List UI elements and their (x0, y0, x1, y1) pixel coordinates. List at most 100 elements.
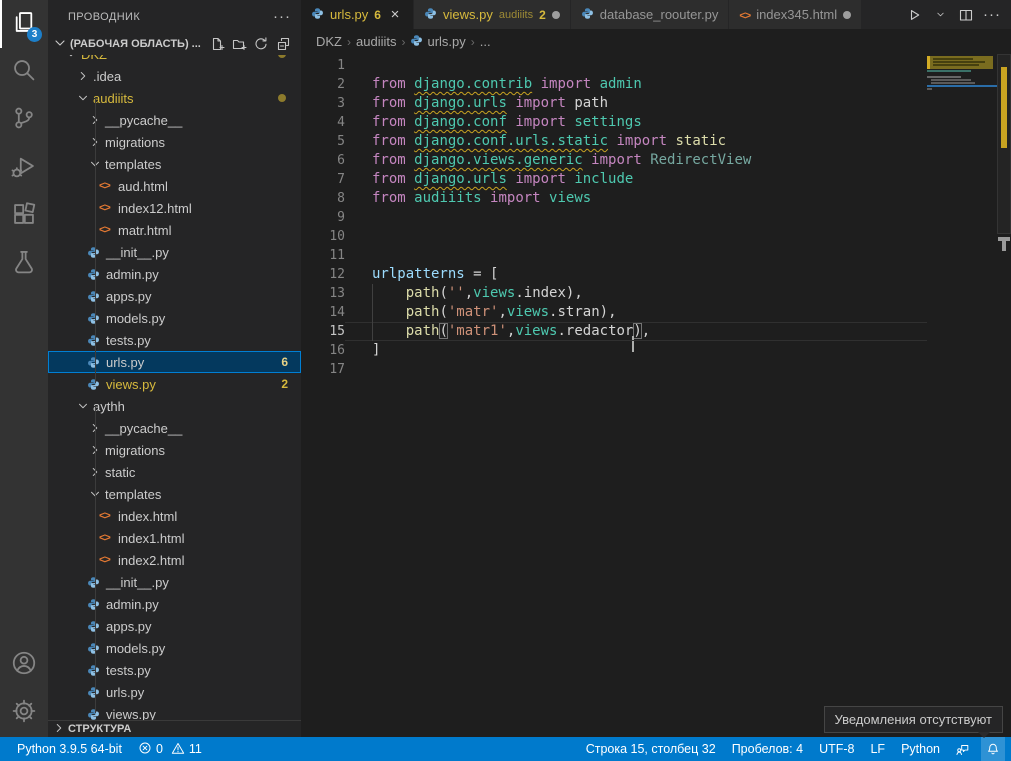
tree-item-urls-py[interactable]: urls.py6 (48, 351, 301, 373)
code-editor[interactable]: 12from django.contrib import admin3from … (301, 54, 1011, 737)
activitybar-explorer[interactable]: 3 (0, 0, 48, 48)
activitybar-source-control[interactable] (0, 96, 48, 144)
activitybar-run-and-debug[interactable] (0, 144, 48, 192)
tree-item-static[interactable]: static (48, 461, 301, 483)
tree-item-audiiits[interactable]: audiiits (48, 87, 301, 109)
tree-item-index2-html[interactable]: <>index2.html (48, 549, 301, 571)
code-text (345, 246, 372, 265)
tree-item-label: templates (105, 157, 161, 172)
tree-item--init-py[interactable]: __init__.py (48, 571, 301, 593)
activitybar-testing[interactable] (0, 240, 48, 288)
statusbar-eol[interactable]: LF (865, 737, 890, 761)
code-line-5: 5from django.conf.urls.static import sta… (301, 132, 1011, 151)
run-dropdown[interactable] (929, 4, 951, 26)
feedback-icon[interactable] (951, 737, 975, 761)
tree-item-models-py[interactable]: models.py (48, 637, 301, 659)
chevron-down-icon (75, 399, 91, 413)
statusbar-interpreter[interactable]: Python 3.9.5 64-bit (12, 737, 127, 761)
code-text (345, 227, 372, 246)
breadcrumb-item[interactable]: urls.py (410, 34, 465, 50)
tree-item-label: views.py (106, 377, 156, 392)
activitybar-accounts[interactable] (0, 641, 48, 689)
tree-item-index12-html[interactable]: <>index12.html (48, 197, 301, 219)
tree-item-templates[interactable]: templates (48, 483, 301, 505)
tab-label: index345.html (756, 7, 837, 22)
tree-item-admin-py[interactable]: admin.py (48, 263, 301, 285)
tab-label: database_roouter.py (600, 7, 719, 22)
line-number: 9 (301, 208, 345, 227)
close-icon[interactable]: × (387, 6, 403, 23)
tree-item-apps-py[interactable]: apps.py (48, 285, 301, 307)
tree-item-migrations[interactable]: migrations (48, 439, 301, 461)
breadcrumb-item[interactable]: DKZ (316, 34, 342, 49)
tree-item--pycache-[interactable]: __pycache__ (48, 417, 301, 439)
tree-item-views-py[interactable]: views.py2 (48, 373, 301, 395)
editor-more-actions[interactable]: ··· (981, 4, 1003, 26)
new-folder-icon[interactable] (229, 34, 249, 54)
tree-item-label: __pycache__ (105, 421, 182, 436)
activitybar-settings[interactable] (0, 689, 48, 737)
tree-item-tests-py[interactable]: tests.py (48, 329, 301, 351)
tree-item-urls-py[interactable]: urls.py (48, 681, 301, 703)
tree-item-apps-py[interactable]: apps.py (48, 615, 301, 637)
statusbar-language[interactable]: Python (896, 737, 945, 761)
tab-views-py[interactable]: views.pyaudiiits2 (414, 0, 571, 29)
tree-item-models-py[interactable]: models.py (48, 307, 301, 329)
collapse-all-icon[interactable] (273, 34, 293, 54)
statusbar-problems[interactable]: 011 (133, 737, 207, 761)
line-number: 7 (301, 170, 345, 189)
tree-item-tests-py[interactable]: tests.py (48, 659, 301, 681)
code-line-1: 1 (301, 56, 1011, 75)
tree-item--idea[interactable]: .idea (48, 65, 301, 87)
tree-item-migrations[interactable]: migrations (48, 131, 301, 153)
code-line-8: 8from audiiits import views (301, 189, 1011, 208)
code-line-2: 2from django.contrib import admin (301, 75, 1011, 94)
statusbar-encoding[interactable]: UTF-8 (814, 737, 859, 761)
tree-item-index1-html[interactable]: <>index1.html (48, 527, 301, 549)
breadcrumb-item[interactable]: ... (480, 34, 491, 49)
tree-item-admin-py[interactable]: admin.py (48, 593, 301, 615)
explorer-sidebar: ПРОВОДНИК ··· (РАБОЧАЯ ОБЛАСТЬ) ... DKZ.… (48, 0, 301, 737)
tab-urls-py[interactable]: urls.py6× (301, 0, 414, 29)
statusbar-cursor-position[interactable]: Строка 15, столбец 32 (581, 737, 721, 761)
statusbar-indentation[interactable]: Пробелов: 4 (727, 737, 808, 761)
more-actions-icon[interactable]: ··· (273, 8, 291, 25)
tree-item--pycache-[interactable]: __pycache__ (48, 109, 301, 131)
refresh-icon[interactable] (251, 34, 271, 54)
tree-item-dkz[interactable]: DKZ (48, 55, 301, 65)
split-editor-button[interactable] (955, 4, 977, 26)
tree-item-label: migrations (105, 135, 165, 150)
breadcrumb-label: ... (480, 34, 491, 49)
tree-item-label: aud.html (118, 179, 168, 194)
outline-section-header[interactable]: СТРУКТУРА (48, 720, 301, 737)
activitybar-extensions[interactable] (0, 192, 48, 240)
new-file-icon[interactable] (207, 34, 227, 54)
tree-item-aud-html[interactable]: <>aud.html (48, 175, 301, 197)
tree-item--init-py[interactable]: __init__.py (48, 241, 301, 263)
tree-item-views-py[interactable]: views.py (48, 703, 301, 720)
tab-index345-html[interactable]: <> index345.html (729, 0, 862, 29)
tree-item-matr-html[interactable]: <>matr.html (48, 219, 301, 241)
tab-database-roouter-py[interactable]: database_roouter.py (571, 0, 730, 29)
activitybar-search[interactable] (0, 48, 48, 96)
run-button[interactable] (903, 4, 925, 26)
html-file-icon: <> (99, 532, 116, 544)
line-number: 14 (301, 303, 345, 322)
file-tree: DKZ.ideaaudiiits__pycache__migrationstem… (48, 55, 301, 720)
line-number: 12 (301, 265, 345, 284)
breadcrumb: DKZ›audiiits›urls.py›... (301, 29, 1011, 54)
breadcrumb-item[interactable]: audiiits (356, 34, 396, 49)
scrollbar[interactable] (997, 54, 1011, 737)
line-number: 10 (301, 227, 345, 246)
tree-item-label: .idea (93, 69, 121, 84)
minimap[interactable] (927, 54, 997, 274)
code-line-12: 12urlpatterns = [ (301, 265, 1011, 284)
html-file-icon: <> (739, 7, 750, 22)
notifications-bell-icon[interactable] (981, 737, 1005, 761)
editor-group: urls.py6×views.pyaudiiits2 database_roout… (301, 0, 1011, 737)
workspace-section-header[interactable]: (РАБОЧАЯ ОБЛАСТЬ) ... (48, 33, 301, 55)
python-file-icon (410, 34, 423, 50)
tree-item-index-html[interactable]: <>index.html (48, 505, 301, 527)
tree-item-templates[interactable]: templates (48, 153, 301, 175)
tree-item-aythh[interactable]: aythh (48, 395, 301, 417)
